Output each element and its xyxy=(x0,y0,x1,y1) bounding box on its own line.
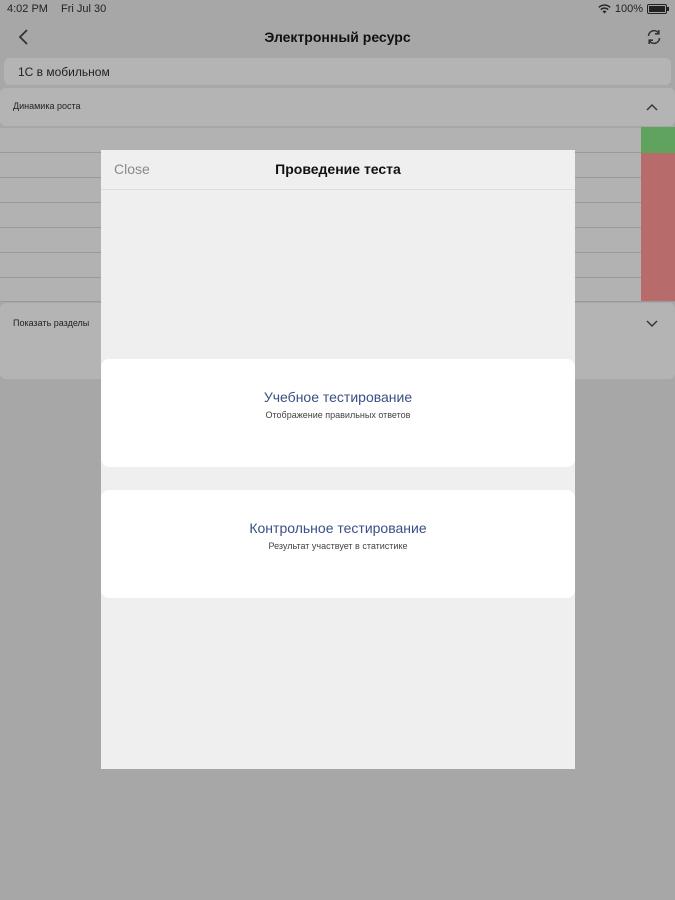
option-subtitle: Отображение правильных ответов xyxy=(265,410,411,420)
wifi-icon xyxy=(598,4,611,14)
page-title: Электронный ресурс xyxy=(264,29,411,45)
battery-icon xyxy=(647,4,669,14)
modal-header: Close Проведение теста xyxy=(101,150,575,190)
growth-bar-red xyxy=(641,153,675,301)
resource-name: 1С в мобильном xyxy=(18,65,110,79)
battery-percent: 100% xyxy=(614,3,643,15)
option-title: Контрольное тестирование xyxy=(249,520,427,536)
status-time: 4:02 PM xyxy=(7,3,48,15)
nav-bar: Электронный ресурс xyxy=(0,20,675,56)
growth-section-header[interactable]: Динамика роста xyxy=(0,88,675,126)
option-subtitle: Результат участвует в статистике xyxy=(268,541,408,551)
growth-bar-green xyxy=(641,127,675,153)
control-test-option[interactable]: Контрольное тестирование Результат участ… xyxy=(101,490,575,598)
resource-name-row: 1С в мобильном xyxy=(4,58,671,85)
chevron-down-icon[interactable] xyxy=(645,318,659,328)
option-title: Учебное тестирование xyxy=(263,389,413,405)
status-right: 100% xyxy=(598,3,669,15)
test-mode-modal: Close Проведение теста Учебное тестирова… xyxy=(101,150,575,769)
chevron-up-icon[interactable] xyxy=(645,102,659,112)
modal-title: Проведение теста xyxy=(275,161,401,177)
practice-test-option[interactable]: Учебное тестирование Отображение правиль… xyxy=(101,359,575,467)
sections-label: Показать разделы xyxy=(13,318,90,328)
status-bar: 4:02 PM Fri Jul 30 100% xyxy=(0,0,675,20)
growth-label: Динамика роста xyxy=(13,101,81,111)
refresh-icon[interactable] xyxy=(645,28,663,46)
status-left: 4:02 PM Fri Jul 30 xyxy=(7,3,106,15)
status-date: Fri Jul 30 xyxy=(61,3,107,15)
